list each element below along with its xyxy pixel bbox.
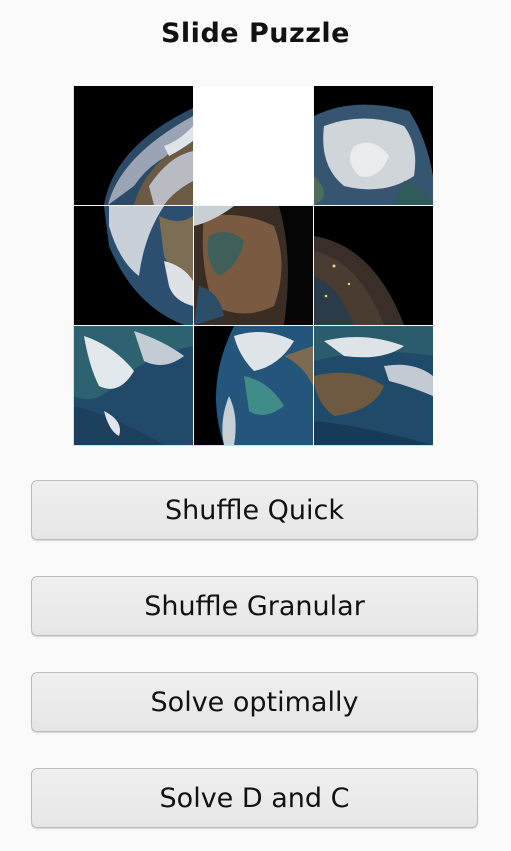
- solve-d-and-c-button[interactable]: Solve D and C: [30, 762, 481, 828]
- puzzle-tile-8[interactable]: [194, 326, 313, 445]
- page-title: Slide Puzzle: [160, 18, 350, 49]
- earth-night-edge-tile-image: [314, 206, 433, 325]
- earth-caribbean-tile-image: [194, 326, 313, 445]
- earth-cloud-ocean-tile-image: [74, 326, 193, 445]
- earth-left-edge-tile-image: [74, 86, 193, 205]
- puzzle-tile-5[interactable]: [194, 206, 313, 325]
- puzzle-board: [74, 86, 434, 446]
- puzzle-tile-9[interactable]: [314, 326, 433, 445]
- empty-slot: [194, 86, 313, 205]
- shuffle-quick-button[interactable]: Shuffle Quick: [30, 474, 481, 540]
- earth-southwest-tile-image: [74, 206, 193, 325]
- puzzle-tile-6[interactable]: [314, 206, 433, 325]
- solve-optimally-button[interactable]: Solve optimally: [30, 666, 481, 732]
- earth-ocean-coast-tile-image: [314, 326, 433, 445]
- earth-africa-night-tile-image: [194, 206, 313, 325]
- puzzle-tile-3[interactable]: [314, 86, 433, 205]
- puzzle-tile-1[interactable]: [74, 86, 193, 205]
- earth-arctic-tile-image: [314, 86, 433, 205]
- puzzle-tile-4[interactable]: [74, 206, 193, 325]
- shuffle-granular-button[interactable]: Shuffle Granular: [30, 570, 481, 636]
- puzzle-tile-7[interactable]: [74, 326, 193, 445]
